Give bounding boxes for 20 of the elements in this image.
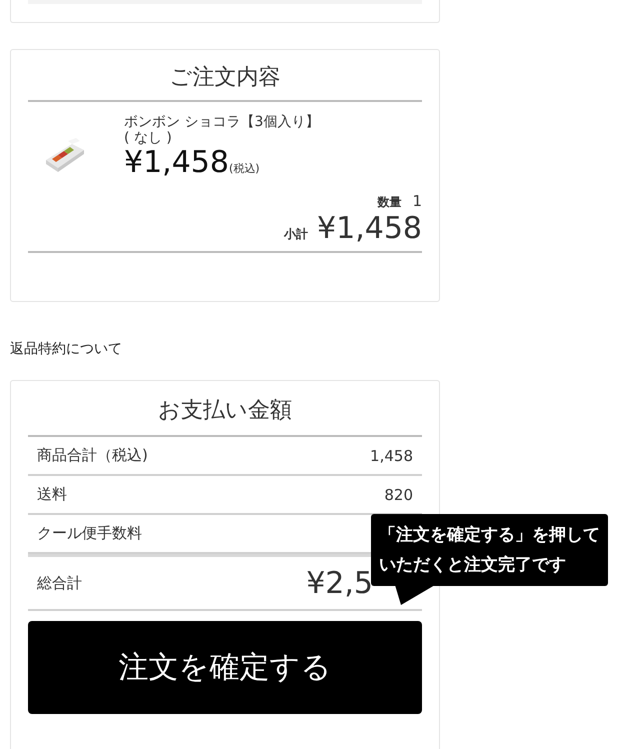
returns-link[interactable]: 返品特約について [10, 341, 122, 357]
section-title: お支払い金額 [28, 381, 422, 437]
quantity-label: 数量 [378, 195, 402, 209]
row-value: 1,458 [370, 446, 413, 464]
subtotal-value: ¥1,458 [317, 211, 422, 246]
row-label: クール便手数料 [37, 524, 142, 543]
row-label: 送料 [37, 485, 67, 504]
subtotal-label: 小計 [284, 227, 308, 241]
confirm-button[interactable]: 注文を確定する [28, 621, 422, 714]
total-value: ¥2,5 [306, 566, 373, 600]
product-option: ( なし ) [124, 130, 320, 146]
product-name: ボンボン ショコラ【3個入り】 [124, 114, 320, 130]
quantity-value: 1 [412, 192, 422, 210]
row-label: 商品合計（税込) [37, 446, 148, 465]
tooltip-tail [395, 585, 435, 605]
product-price: ¥1,458 [124, 146, 229, 180]
total-label: 総合計 [37, 574, 82, 592]
row-value: 820 [384, 486, 413, 504]
section-title: ご注文内容 [28, 50, 422, 102]
tax-note: (税込) [228, 161, 260, 177]
